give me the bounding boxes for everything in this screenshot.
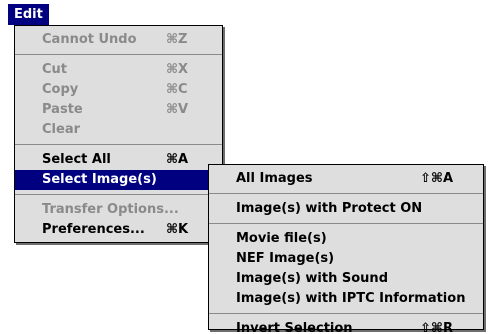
protect-on-label: Image(s) with Protect ON [236,201,423,216]
preferences-label: Preferences... [42,222,145,237]
cut-label: Cut [42,62,68,77]
edit-menu: Cannot Undo ⌘Z Cut ⌘X Copy ⌘C Paste ⌘V C… [14,25,223,243]
separator [209,193,483,194]
separator [15,54,222,55]
invert-selection-label: Invert Selection [236,321,353,334]
images-with-sound-label: Image(s) with Sound [236,271,388,286]
select-images-submenu: All Images ⇧⌘A Image(s) with Protect ON … [208,164,484,334]
edit-menu-title[interactable]: Edit [8,4,49,25]
images-with-iptc-item[interactable]: Image(s) with IPTC Information [209,289,483,309]
images-with-sound-item[interactable]: Image(s) with Sound [209,269,483,289]
clear-item: Clear [15,120,222,140]
undo-item: Cannot Undo ⌘Z [15,30,222,50]
separator [15,194,222,195]
undo-label: Cannot Undo [42,32,137,47]
select-images-item[interactable]: Select Image(s) [15,170,222,190]
copy-item: Copy ⌘C [15,80,222,100]
select-all-shortcut: ⌘A [166,152,189,167]
all-images-shortcut: ⇧⌘A [420,171,454,186]
paste-label: Paste [42,102,83,117]
select-all-item[interactable]: Select All ⌘A [15,150,222,170]
movie-files-label: Movie file(s) [236,231,327,246]
all-images-label: All Images [236,171,313,186]
all-images-item[interactable]: All Images ⇧⌘A [209,169,483,189]
movie-files-item[interactable]: Movie file(s) [209,229,483,249]
invert-selection-item[interactable]: Invert Selection ⇧⌘R [209,319,483,334]
clear-label: Clear [42,122,80,137]
images-with-iptc-label: Image(s) with IPTC Information [236,291,466,306]
select-all-label: Select All [42,152,111,167]
undo-shortcut: ⌘Z [166,32,188,47]
copy-shortcut: ⌘C [166,82,188,97]
protect-on-item[interactable]: Image(s) with Protect ON [209,199,483,219]
nef-images-label: NEF Image(s) [236,251,335,266]
screen: Edit Cannot Undo ⌘Z Cut ⌘X Copy ⌘C Paste… [0,0,488,334]
separator [15,144,222,145]
cut-shortcut: ⌘X [166,62,189,77]
separator [209,223,483,224]
select-images-label: Select Image(s) [42,172,157,187]
cut-item: Cut ⌘X [15,60,222,80]
paste-item: Paste ⌘V [15,100,222,120]
copy-label: Copy [42,82,79,97]
preferences-shortcut: ⌘K [166,222,189,237]
nef-images-item[interactable]: NEF Image(s) [209,249,483,269]
paste-shortcut: ⌘V [166,102,189,117]
preferences-item[interactable]: Preferences... ⌘K [15,220,222,240]
separator [209,313,483,314]
transfer-options-label: Transfer Options... [42,202,179,217]
transfer-options-item: Transfer Options... [15,200,222,220]
invert-selection-shortcut: ⇧⌘R [420,321,453,334]
